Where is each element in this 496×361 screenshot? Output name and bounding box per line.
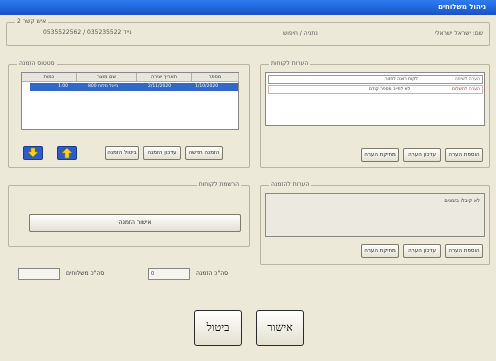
title-bar: ניהול משלוחים <box>0 0 496 15</box>
arrow-down-icon <box>27 147 39 158</box>
new-order-button[interactable]: הזמנה חדשה <box>185 146 223 160</box>
shipping-total-field[interactable] <box>18 268 60 280</box>
shipments-legend: סטטוס הזמנה <box>17 60 57 67</box>
shipping-total-label: סה"כ משלוחים <box>66 270 105 277</box>
move-up-button[interactable] <box>57 146 77 160</box>
list-item[interactable]: לקוח רוצה לחזור הערה לשיחה <box>268 75 483 84</box>
customer-notes-panel: הערות לקוחות לקוח רוצה לחזור הערה לשיחה … <box>260 60 490 168</box>
delete-note-button[interactable]: מחיקת הערה <box>361 148 399 162</box>
add-note-button[interactable]: הוספת הערה <box>445 148 483 162</box>
window-title: ניהול משלוחים <box>438 3 486 11</box>
order-total-label: סה"כ הזמנה <box>196 270 229 277</box>
row-product: בייגל מלוח 800 <box>88 84 119 89</box>
col-date[interactable]: תאריך יצירה <box>137 73 192 82</box>
customer-notes-legend: הערות לקוחות <box>269 60 311 67</box>
header-legend: איש קשר 2 <box>15 18 49 25</box>
table-row[interactable]: 1.00 בייגל מלוח 800 2/11/2020 1/10/2020 <box>30 83 238 91</box>
order-edit-note-button[interactable]: עדכון הערה <box>403 244 441 258</box>
note-text: לקוח רוצה לחזור <box>385 77 418 82</box>
header-group: איש קשר 2 0535522562 / 035235522 נייד נת… <box>6 18 490 46</box>
note-tag: הערה לתשלום <box>451 87 480 92</box>
cancel-button[interactable]: ביטול <box>194 310 242 346</box>
note-tag: הערה לשיחה <box>454 77 480 82</box>
order-total-field[interactable]: 0 <box>148 268 190 280</box>
update-order-button[interactable]: עדכון הזמנה <box>143 146 181 160</box>
shipments-panel: סטטוס הזמנה מספר תאריך יצירה שם מוצר כמו… <box>8 60 250 168</box>
shipments-table: מספר תאריך יצירה שם מוצר כמות 1.00 בייגל… <box>21 72 239 130</box>
confirm-legend: הרשמת לקוחות <box>196 181 241 188</box>
ok-button[interactable]: אישור <box>256 310 304 346</box>
customer-name: שם: ישראל ישראלי <box>434 30 483 37</box>
order-delete-note-button[interactable]: מחיקת הערה <box>361 244 399 258</box>
order-notes-panel: הערות להזמנה לא קיבלו בזמנים מחיקת הערה … <box>260 181 490 265</box>
branch-text: נתניה / חיפוש <box>283 30 318 37</box>
order-note-text: לא קיבלו בזמנים <box>444 198 480 204</box>
order-notes-text[interactable]: לא קיבלו בזמנים <box>265 193 485 237</box>
cancel-order-button[interactable]: ביטול הזמנה <box>105 146 139 160</box>
confirm-panel: הרשמת לקוחות אישור הזמנה <box>8 181 250 247</box>
confirm-order-button[interactable]: אישור הזמנה <box>29 214 241 232</box>
phones-text: 0535522562 / 035235522 נייד <box>43 29 132 36</box>
order-total-value: 0 <box>151 271 155 277</box>
col-product[interactable]: שם מוצר <box>77 73 137 82</box>
order-add-note-button[interactable]: הוספת הערה <box>445 244 483 258</box>
note-text: לא לחייב מספר קודם <box>369 87 411 92</box>
order-notes-legend: הערות להזמנה <box>269 181 312 188</box>
customer-notes-list: לקוח רוצה לחזור הערה לשיחה לא לחייב מספר… <box>265 72 485 126</box>
edit-note-button[interactable]: עדכון הערה <box>403 148 441 162</box>
arrow-up-icon <box>61 147 73 159</box>
col-number[interactable]: מספר <box>192 73 239 82</box>
move-down-button[interactable] <box>23 146 43 160</box>
row-qty: 1.00 <box>58 84 69 89</box>
list-item[interactable]: לא לחייב מספר קודם הערה לתשלום <box>268 85 483 94</box>
row-number: 1/10/2020 <box>195 84 219 89</box>
col-qty[interactable]: כמות <box>22 73 77 82</box>
row-date: 2/11/2020 <box>148 84 172 89</box>
